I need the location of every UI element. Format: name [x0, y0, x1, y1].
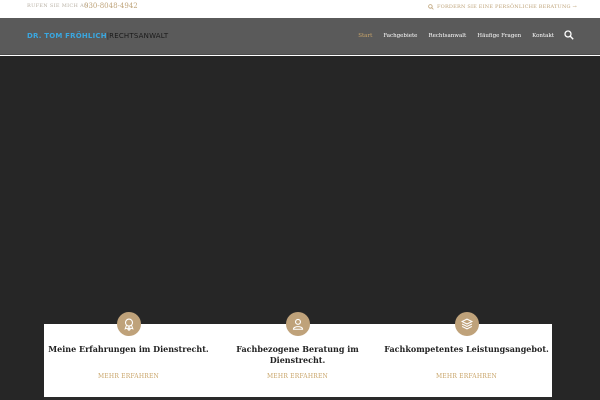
nav-item-haeufige-fragen[interactable]: Häufige Fragen	[477, 33, 521, 39]
main-menu: Start Fachgebiete Rechtsanwalt Häufige F…	[358, 33, 554, 39]
feature-more-link[interactable]: MEHR ERFAHREN	[44, 373, 213, 380]
feature-title: Meine Erfahrungen im Dienstrecht.	[48, 344, 209, 354]
main-navbar: DR. TOM FRÖHLICH|RECHTSANWALT Start Fach…	[0, 18, 600, 55]
feature-services: Fachkompetentes Leistungsangebot. MEHR E…	[382, 312, 551, 400]
consultation-link-label: Fordern Sie eine persönliche Beratung →	[437, 4, 577, 10]
nav-item-kontakt[interactable]: Kontakt	[532, 33, 554, 39]
layers-stack-icon	[460, 318, 473, 330]
site-logo[interactable]: DR. TOM FRÖHLICH|RECHTSANWALT	[27, 32, 168, 40]
feature-more-link[interactable]: MEHR ERFAHREN	[382, 373, 551, 380]
award-ribbon-icon	[123, 318, 134, 331]
feature-icon-badge	[454, 312, 479, 336]
feature-title: Fachbezogene Beratung im Dienstrecht.	[236, 344, 359, 365]
logo-subtitle: RECHTSANWALT	[109, 32, 169, 40]
search-icon	[428, 4, 434, 10]
feature-icon-badge	[285, 312, 310, 336]
feature-more-link[interactable]: MEHR ERFAHREN	[213, 373, 382, 380]
feature-experience: Meine Erfahrungen im Dienstrecht. MEHR E…	[44, 312, 213, 400]
logo-name: DR. TOM FRÖHLICH	[27, 32, 107, 40]
nav-item-rechtsanwalt[interactable]: Rechtsanwalt	[428, 33, 466, 39]
features-panel: Meine Erfahrungen im Dienstrecht. MEHR E…	[44, 312, 552, 400]
user-profile-icon	[292, 318, 303, 330]
nav-item-fachgebiete[interactable]: Fachgebiete	[383, 33, 417, 39]
phone-number-link[interactable]: 030-8048-4942	[84, 2, 138, 10]
call-label: Rufen Sie mich an:	[27, 3, 91, 9]
top-info-bar: Rufen Sie mich an: 030-8048-4942 Fordern…	[0, 0, 600, 18]
nav-search-icon[interactable]	[564, 30, 574, 40]
consultation-link[interactable]: Fordern Sie eine persönliche Beratung →	[428, 4, 577, 10]
nav-item-start[interactable]: Start	[358, 33, 372, 39]
feature-title: Fachkompetentes Leistungsangebot.	[384, 344, 549, 354]
feature-icon-badge	[116, 312, 141, 336]
feature-consultation: Fachbezogene Beratung im Dienstrecht. ME…	[213, 312, 382, 400]
